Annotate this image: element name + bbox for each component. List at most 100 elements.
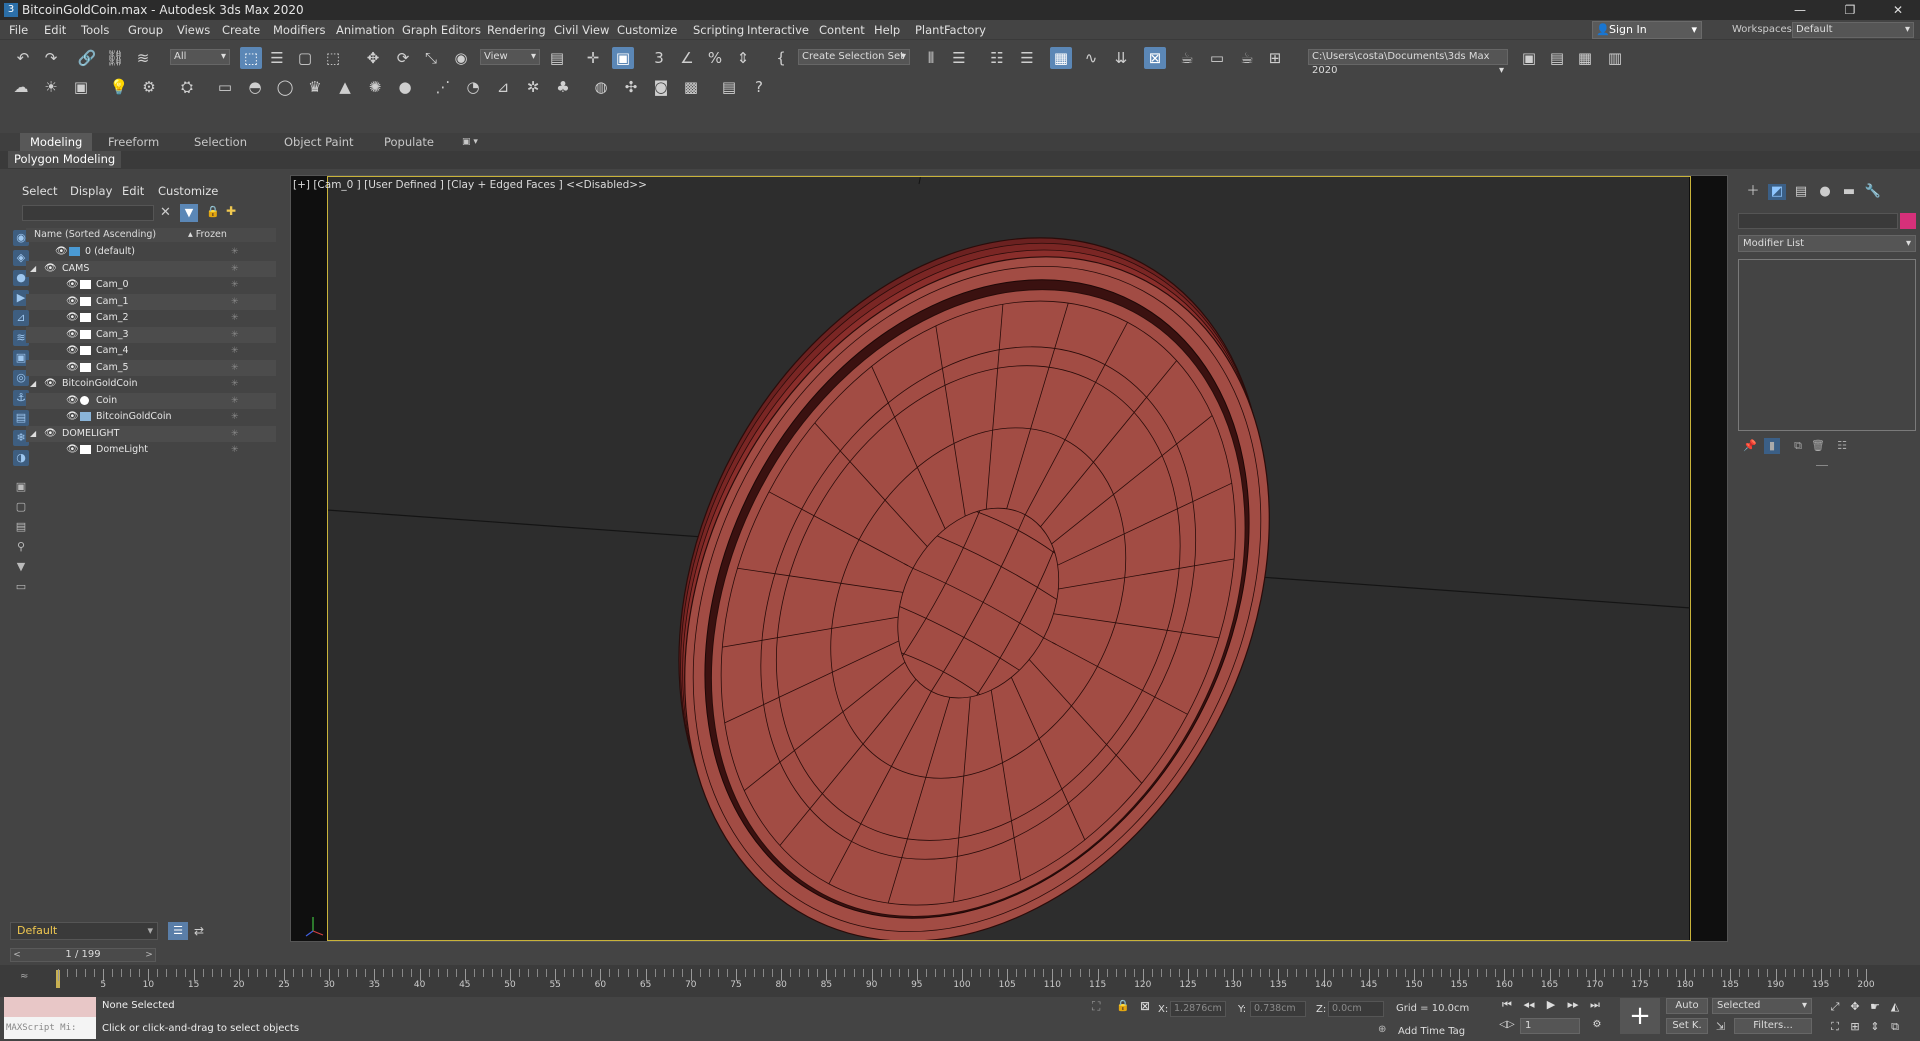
- explorer-row[interactable]: 👁 Cam_1 ✳: [26, 293, 276, 310]
- expand-arrow-icon[interactable]: ◢: [30, 376, 36, 392]
- viewport-label[interactable]: [+] [Cam_0 ] [User Defined ] [Clay + Edg…: [293, 179, 647, 191]
- visibility-eye-icon[interactable]: 👁: [44, 261, 57, 277]
- modifier-stack[interactable]: [1738, 259, 1916, 431]
- scatter-icon[interactable]: ⋰: [432, 76, 454, 98]
- menu-content[interactable]: Content: [819, 20, 865, 40]
- layer-manager-icon[interactable]: ☰: [168, 922, 188, 940]
- maxscript-listener[interactable]: MAXScript Mi:: [4, 997, 96, 1039]
- explorer-row[interactable]: 👁 Cam_2 ✳: [26, 310, 276, 326]
- freeze-toggle-icon[interactable]: ✳: [231, 261, 239, 277]
- layer-tools-icon[interactable]: ⇄: [194, 922, 204, 940]
- object-name-input[interactable]: [1738, 213, 1898, 229]
- ribbon-tab-populate[interactable]: Populate: [374, 133, 444, 151]
- explorer-menu-display[interactable]: Display: [70, 184, 112, 198]
- rendered-frame-window-icon[interactable]: ▭: [1206, 47, 1228, 69]
- restore-button[interactable]: ❐: [1830, 0, 1870, 20]
- menu-tools[interactable]: Tools: [81, 20, 109, 40]
- menu-create[interactable]: Create: [222, 20, 260, 40]
- dolly-icon[interactable]: ⇕: [1866, 1018, 1884, 1036]
- current-frame-field[interactable]: 1: [1520, 1018, 1580, 1034]
- explorer-row[interactable]: ◢ 👁 BitcoinGoldCoin ✳: [26, 376, 276, 392]
- select-and-link-icon[interactable]: 🔗: [76, 47, 98, 69]
- place-icon[interactable]: ◉: [450, 47, 472, 69]
- reference-coordinate-dropdown[interactable]: View ▾: [480, 49, 540, 65]
- freeze-toggle-icon[interactable]: ✳: [231, 343, 239, 359]
- freeze-toggle-icon[interactable]: ✳: [231, 426, 239, 442]
- menu-plantfactory[interactable]: PlantFactory: [915, 20, 986, 40]
- visibility-eye-icon[interactable]: 👁: [44, 376, 57, 392]
- explorer-menu-customize[interactable]: Customize: [158, 184, 218, 198]
- find-icon[interactable]: ⚲: [13, 539, 29, 555]
- explorer-search-input[interactable]: [22, 205, 154, 221]
- maximize-viewport-icon[interactable]: ⧉: [1886, 1018, 1904, 1036]
- project-path-dropdown[interactable]: C:\Users\costa\Documents\3ds Max 2020 ▾: [1308, 49, 1508, 76]
- key-mode-icon[interactable]: ◁▷: [1498, 1016, 1516, 1034]
- toggle-ribbon-icon[interactable]: ▦: [1050, 47, 1072, 69]
- walk-through-icon[interactable]: ⛶: [1826, 1018, 1844, 1036]
- menu-scripting[interactable]: Scripting: [693, 20, 744, 40]
- toggle-scene-explorer-icon[interactable]: ☷: [986, 47, 1008, 69]
- render-setup-icon[interactable]: ☕: [1176, 47, 1198, 69]
- visibility-eye-icon[interactable]: 👁: [66, 360, 79, 376]
- remove-modifier-icon[interactable]: 🗑: [1810, 438, 1826, 454]
- menu-interactive[interactable]: Interactive: [747, 20, 809, 40]
- orbit-icon[interactable]: ✥: [1846, 998, 1864, 1016]
- help-icon[interactable]: ?: [748, 76, 770, 98]
- expand-arrow-icon[interactable]: ◢: [30, 426, 36, 442]
- light-tools-icon[interactable]: ⚙: [138, 76, 160, 98]
- menu-modifiers[interactable]: Modifiers: [273, 20, 326, 40]
- menu-help[interactable]: Help: [874, 20, 900, 40]
- play-icon[interactable]: ▶: [1542, 996, 1560, 1014]
- bookmark-icon[interactable]: ▭: [13, 579, 29, 595]
- configure-modifier-sets-icon[interactable]: ☷: [1834, 438, 1850, 454]
- image-viewer-icon[interactable]: ▤: [718, 76, 740, 98]
- render-in-cloud-icon[interactable]: ⊞: [1264, 47, 1286, 69]
- field-of-view-icon[interactable]: ◭: [1886, 998, 1904, 1016]
- sun-light-icon[interactable]: ✺: [364, 76, 386, 98]
- select-by-name-icon[interactable]: ☰: [266, 47, 288, 69]
- explorer-row[interactable]: 👁 Cam_4 ✳: [26, 343, 276, 359]
- freeze-toggle-icon[interactable]: ✳: [231, 360, 239, 376]
- menu-graph-editors[interactable]: Graph Editors: [402, 20, 481, 40]
- filter-icon[interactable]: ▼: [180, 204, 198, 222]
- undo-icon[interactable]: ↶: [12, 47, 34, 69]
- project-folder-icon[interactable]: ▣: [1518, 47, 1540, 69]
- isolate-selection-icon[interactable]: ⛶: [1092, 999, 1100, 1014]
- scale-icon[interactable]: ⤡: [420, 47, 442, 69]
- freeze-toggle-icon[interactable]: ✳: [231, 294, 239, 310]
- rectangular-selection-icon[interactable]: ▢: [294, 47, 316, 69]
- texture-icon[interactable]: ◙: [650, 76, 672, 98]
- menu-animation[interactable]: Animation: [336, 20, 395, 40]
- visibility-eye-icon[interactable]: 👁: [66, 442, 79, 458]
- time-slider[interactable]: < 1 / 199 >: [10, 948, 156, 962]
- render-icon[interactable]: ▣: [70, 76, 92, 98]
- panel-resize-handle[interactable]: [1816, 465, 1828, 466]
- light-lister-icon[interactable]: 💡: [108, 76, 130, 98]
- menu-views[interactable]: Views: [177, 20, 210, 40]
- menu-civil-view[interactable]: Civil View: [554, 20, 609, 40]
- spot-light-icon[interactable]: ▲: [334, 76, 356, 98]
- freeze-toggle-icon[interactable]: ✳: [231, 244, 239, 260]
- explorer-row[interactable]: 👁 Coin ✳: [26, 392, 276, 409]
- maxscript-input[interactable]: [4, 997, 96, 1017]
- schematic-view-icon[interactable]: ⇊: [1110, 47, 1132, 69]
- visibility-eye-icon[interactable]: 👁: [44, 426, 57, 442]
- ies-light-icon[interactable]: ♛: [304, 76, 326, 98]
- add-layer-icon[interactable]: ✚: [226, 204, 236, 218]
- layer-dropdown[interactable]: Default ▾: [10, 922, 158, 940]
- explorer-row[interactable]: 👁 DomeLight ✳: [26, 442, 276, 458]
- display-all-icon[interactable]: ▣: [13, 479, 29, 495]
- ribbon-tab-selection[interactable]: Selection: [184, 133, 257, 151]
- render-production-icon[interactable]: ☕: [1236, 47, 1258, 69]
- move-icon[interactable]: ✥: [362, 47, 384, 69]
- fur-icon[interactable]: ✲: [522, 76, 544, 98]
- use-pivot-center-icon[interactable]: ▤: [546, 47, 568, 69]
- window-crossing-icon[interactable]: ⬚: [322, 47, 344, 69]
- menu-group[interactable]: Group: [128, 20, 163, 40]
- freeze-toggle-icon[interactable]: ✳: [231, 310, 239, 326]
- rotate-icon[interactable]: ⟳: [392, 47, 414, 69]
- decal-icon[interactable]: ◔: [462, 76, 484, 98]
- mirror-icon[interactable]: ⫴: [920, 47, 942, 69]
- explorer-row[interactable]: 👁 BitcoinGoldCoin ✳: [26, 409, 276, 425]
- explorer-row[interactable]: ◢ 👁 DOMELIGHT ✳: [26, 425, 276, 442]
